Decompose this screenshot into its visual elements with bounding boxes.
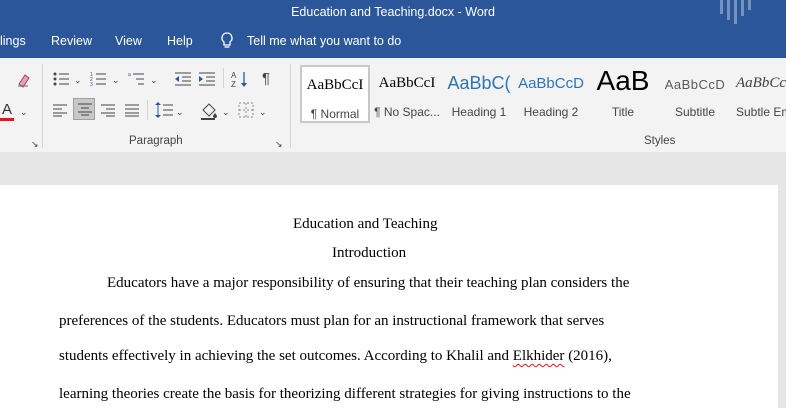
body-line-2: preferences of the students. Educators m…: [59, 313, 605, 329]
shading-dropdown-icon[interactable]: ⌄: [222, 104, 230, 120]
style-name: ¶ No Spac...: [374, 105, 440, 119]
svg-text:A: A: [231, 71, 237, 80]
tell-me-search[interactable]: Tell me what you want to do: [247, 34, 401, 48]
style-name: Subtitle: [674, 105, 716, 119]
bullets-dropdown-icon[interactable]: ⌄: [74, 72, 82, 88]
style-name: ¶ Normal: [310, 107, 360, 121]
style-name: Heading 2: [523, 105, 579, 119]
paragraph-dialog-launcher-icon[interactable]: ↘: [275, 136, 283, 152]
line-spacing-icon[interactable]: [154, 101, 174, 119]
document-page[interactable]: Education and Teaching Introduction Educ…: [0, 185, 779, 408]
numbering-dropdown-icon[interactable]: ⌄: [112, 72, 120, 88]
body-line-1: Educators have a major responsibility of…: [107, 275, 630, 291]
clear-formatting-icon[interactable]: [16, 72, 32, 88]
sort-icon[interactable]: AZ: [231, 70, 249, 88]
style-sample: AaBbCcI: [736, 75, 786, 91]
numbering-icon[interactable]: 123: [90, 71, 110, 87]
line-spacing-dropdown-icon[interactable]: ⌄: [176, 104, 184, 120]
tab-mailings[interactable]: lings: [0, 34, 26, 48]
style-name: Subtle Em: [736, 105, 786, 119]
borders-icon[interactable]: [238, 102, 254, 118]
svg-text:Z: Z: [231, 80, 236, 88]
style-name: Title: [611, 105, 635, 119]
style-sample: AaBbCcD: [518, 75, 584, 92]
style-title[interactable]: AaB Title: [588, 65, 658, 123]
style-subtitle[interactable]: AaBbCcD Subtitle: [660, 65, 730, 123]
decrease-indent-icon[interactable]: [174, 71, 192, 87]
style-name: Heading 1: [451, 105, 507, 119]
body-line-3-text: students effectively in achieving the se…: [59, 348, 513, 364]
align-center-icon: [78, 103, 92, 116]
svg-text:a: a: [128, 72, 131, 78]
style-heading-1[interactable]: AaBbC( Heading 1: [444, 65, 514, 123]
style-no-spacing[interactable]: AaBbCcI ¶ No Spac...: [372, 65, 442, 123]
misspelled-word[interactable]: Elkhider: [513, 348, 565, 364]
style-sample: AaBbCcD: [664, 77, 726, 92]
body-line-4: learning theories create the basis for t…: [59, 386, 631, 402]
body-line-3: students effectively in achieving the se…: [59, 348, 612, 365]
ribbon-tabs: lings Review View Help Tell me what you …: [0, 24, 786, 58]
styles-group-label: Styles: [644, 135, 676, 147]
align-left-icon[interactable]: [52, 103, 68, 117]
svg-text:3: 3: [90, 82, 93, 87]
vertical-scrollbar[interactable]: [778, 185, 786, 408]
style-sample: AaBbCcI: [306, 77, 364, 93]
multilevel-dropdown-icon[interactable]: ⌄: [150, 72, 158, 88]
separator: [42, 64, 43, 148]
borders-dropdown-icon[interactable]: ⌄: [259, 104, 267, 120]
separator: [290, 64, 291, 148]
style-heading-2[interactable]: AaBbCcD Heading 2: [516, 65, 586, 123]
watermark-graphic: [720, 0, 751, 24]
font-color-icon[interactable]: A: [2, 102, 12, 118]
style-sample: AaB: [596, 65, 650, 96]
style-sample: AaBbC(: [447, 73, 511, 93]
ribbon: A ⌄ ↘ ⌄ 123 ⌄ a ⌄ AZ ¶ ⌄ ⌄ ⌄ Paragraph ↘…: [0, 58, 786, 153]
align-center-button[interactable]: [73, 98, 95, 120]
style-subtle-emphasis[interactable]: AaBbCcI Subtle Em: [732, 65, 786, 123]
document-title: Education and Teaching: [293, 216, 438, 232]
style-normal[interactable]: AaBbCcI ¶ Normal: [300, 65, 370, 123]
multilevel-list-icon[interactable]: a: [128, 71, 148, 87]
shading-icon[interactable]: [199, 101, 219, 121]
window-title: Education and Teaching.docx - Word: [291, 5, 495, 19]
align-right-icon[interactable]: [100, 103, 116, 117]
styles-gallery: AaBbCcI ¶ Normal AaBbCcI ¶ No Spac... Aa…: [298, 63, 786, 125]
separator: [223, 68, 224, 88]
font-color-bar: [0, 118, 14, 121]
bullets-icon[interactable]: [53, 71, 73, 87]
font-dialog-launcher-icon[interactable]: ↘: [31, 136, 39, 152]
separator: [147, 100, 148, 120]
tab-help[interactable]: Help: [167, 34, 193, 48]
font-color-dropdown-icon[interactable]: ⌄: [20, 104, 28, 120]
justify-icon[interactable]: [124, 103, 140, 117]
style-sample: AaBbCcI: [378, 75, 436, 91]
section-heading: Introduction: [332, 245, 407, 261]
body-line-3-citation: (2016),: [564, 348, 612, 364]
tab-review[interactable]: Review: [51, 34, 92, 48]
lightbulb-icon: [220, 32, 234, 53]
paragraph-group-label: Paragraph: [129, 135, 183, 147]
increase-indent-icon[interactable]: [198, 71, 216, 87]
title-bar: Education and Teaching.docx - Word: [0, 0, 786, 24]
tab-view[interactable]: View: [115, 34, 142, 48]
show-formatting-marks-icon[interactable]: ¶: [262, 71, 270, 87]
